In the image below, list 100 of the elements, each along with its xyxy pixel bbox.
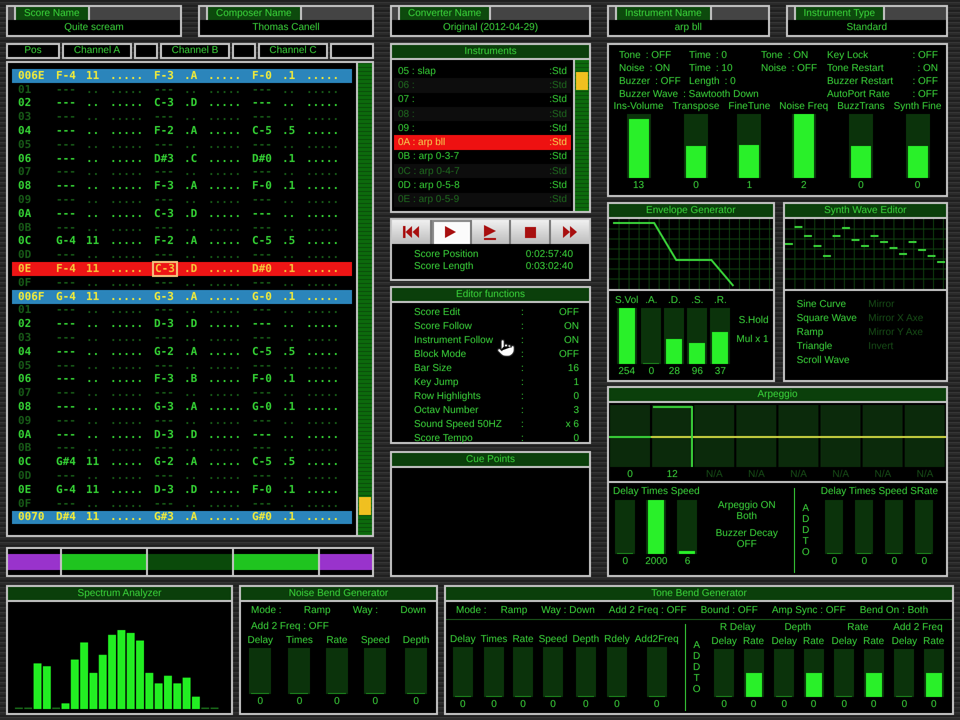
pattern-cell[interactable]: ..: [282, 332, 296, 344]
pattern-cell[interactable]: ..: [86, 470, 100, 482]
pattern-cell[interactable]: .....: [306, 428, 340, 441]
pattern-cell[interactable]: ..: [184, 442, 198, 454]
pattern-cell[interactable]: .C: [184, 152, 198, 165]
pattern-cell[interactable]: ..: [184, 84, 198, 96]
pattern-cell[interactable]: D-3: [154, 428, 174, 441]
pattern-cell[interactable]: .....: [110, 401, 144, 414]
slider-track[interactable]: [804, 649, 824, 697]
slider-track[interactable]: [924, 649, 944, 697]
pattern-cell[interactable]: 09: [18, 414, 32, 427]
setting-value[interactable]: OFF: [539, 306, 579, 320]
scrollbar[interactable]: [356, 63, 372, 535]
pattern-cell[interactable]: ..: [282, 318, 296, 330]
setting-label[interactable]: Score Tempo: [414, 432, 521, 446]
pattern-cell[interactable]: 0E: [18, 484, 32, 496]
pattern-cell[interactable]: .....: [306, 373, 340, 386]
pattern-cell[interactable]: ..: [86, 332, 100, 344]
pattern-cell[interactable]: G-4: [56, 290, 76, 303]
pattern-cell[interactable]: .....: [208, 428, 242, 441]
wave-option[interactable]: Sine Curve: [796, 299, 868, 313]
pattern-cell[interactable]: ..: [86, 111, 100, 124]
pattern-cell[interactable]: 11: [86, 290, 100, 303]
setting-label[interactable]: Octav Number: [414, 404, 521, 418]
pattern-cell[interactable]: C-5: [252, 235, 272, 248]
slider-track[interactable]: [364, 648, 386, 694]
pattern-cell[interactable]: ---: [252, 387, 272, 400]
pattern-cell[interactable]: .....: [110, 360, 144, 372]
pattern-cell[interactable]: .....: [208, 346, 242, 358]
name-field[interactable]: Instrument Type Standard: [786, 5, 948, 37]
pattern-cell[interactable]: .....: [306, 332, 340, 344]
pattern-cell[interactable]: .....: [208, 194, 242, 206]
wave-option[interactable]: Square Wave: [796, 313, 868, 327]
slider-track[interactable]: [576, 647, 596, 697]
pattern-cell[interactable]: .....: [208, 138, 242, 151]
pattern-cell[interactable]: .....: [208, 442, 242, 454]
pattern-cell[interactable]: ..: [86, 442, 100, 454]
pattern-cell[interactable]: .....: [306, 194, 340, 206]
pattern-cell[interactable]: ..: [282, 166, 296, 178]
pattern-cell[interactable]: ---: [56, 428, 76, 441]
pattern-cell[interactable]: ---: [252, 442, 272, 454]
pattern-cell[interactable]: ..: [86, 304, 100, 316]
pattern-cell[interactable]: .....: [208, 180, 242, 192]
pattern-cell[interactable]: .....: [208, 166, 242, 178]
slider-track[interactable]: [737, 114, 762, 178]
pattern-cell[interactable]: .....: [306, 304, 340, 316]
pattern-cell[interactable]: .....: [208, 498, 242, 510]
pattern-cell[interactable]: ..: [86, 373, 100, 386]
pattern-cell[interactable]: ..: [282, 304, 296, 316]
slider-track[interactable]: [848, 114, 873, 178]
pattern-cell[interactable]: .....: [208, 263, 242, 276]
pattern-cell[interactable]: .A: [184, 290, 198, 303]
pattern-cell[interactable]: ---: [252, 318, 272, 330]
pattern-cell[interactable]: ..: [86, 222, 100, 234]
pattern-cell[interactable]: ---: [252, 138, 272, 151]
pattern-cell[interactable]: ---: [154, 498, 174, 510]
pattern-cell[interactable]: .....: [208, 276, 242, 289]
pattern-cell[interactable]: ---: [56, 498, 76, 510]
instrument-item[interactable]: 0C : arp 0-4-7 :Std: [394, 164, 571, 178]
pattern-cell[interactable]: ..: [282, 360, 296, 372]
pattern-cell[interactable]: ..: [86, 346, 100, 358]
pattern-cell[interactable]: ---: [56, 470, 76, 482]
parameter-value[interactable]: : Sawtooth Down: [683, 88, 759, 101]
pattern-cell[interactable]: ..: [86, 194, 100, 206]
pattern-cell[interactable]: ..: [86, 498, 100, 510]
pattern-cell[interactable]: 0E: [18, 263, 32, 276]
pattern-cell[interactable]: F-4: [56, 263, 76, 276]
pattern-cell[interactable]: 08: [18, 401, 32, 414]
pattern-cell[interactable]: ..: [282, 111, 296, 124]
pattern-cell[interactable]: G#4: [56, 456, 76, 468]
pattern-cell[interactable]: .D: [184, 428, 198, 441]
pattern-cell[interactable]: .5: [282, 125, 296, 138]
slider-track[interactable]: [825, 500, 844, 554]
setting-value[interactable]: x 6: [539, 418, 579, 432]
instrument-item[interactable]: 09 : :Std: [394, 121, 571, 136]
pattern-cell[interactable]: G-0: [252, 290, 272, 303]
pattern-cell[interactable]: ---: [154, 332, 174, 344]
pattern-cell[interactable]: .....: [306, 318, 340, 330]
pattern-cell[interactable]: 11: [86, 511, 100, 524]
pattern-cell[interactable]: .....: [208, 290, 242, 303]
slider-track[interactable]: [626, 114, 651, 178]
pattern-cell[interactable]: .A: [184, 70, 198, 82]
pattern-cell[interactable]: ---: [154, 249, 174, 262]
pattern-cell[interactable]: ---: [252, 470, 272, 482]
pattern-cell[interactable]: .....: [208, 208, 242, 220]
pattern-cell[interactable]: ..: [282, 97, 296, 110]
pattern-cell[interactable]: ---: [56, 166, 76, 178]
pattern-cell[interactable]: ..: [86, 180, 100, 192]
pattern-cell[interactable]: .....: [110, 346, 144, 358]
setting-label[interactable]: Sound Speed 50HZ: [414, 418, 521, 432]
pattern-cell[interactable]: 03: [18, 332, 32, 344]
setting-value[interactable]: 0: [539, 432, 579, 446]
slider-track[interactable]: [405, 648, 428, 694]
pattern-cell[interactable]: ---: [56, 249, 76, 262]
pattern-cell[interactable]: ..: [184, 332, 198, 344]
play-button[interactable]: [432, 220, 470, 244]
pattern-cell[interactable]: .A: [184, 125, 198, 138]
setting-label[interactable]: Instrument Follow: [414, 334, 521, 348]
instrument-item[interactable]: 08 : :Std: [394, 106, 571, 122]
pattern-cell[interactable]: .....: [110, 97, 144, 110]
